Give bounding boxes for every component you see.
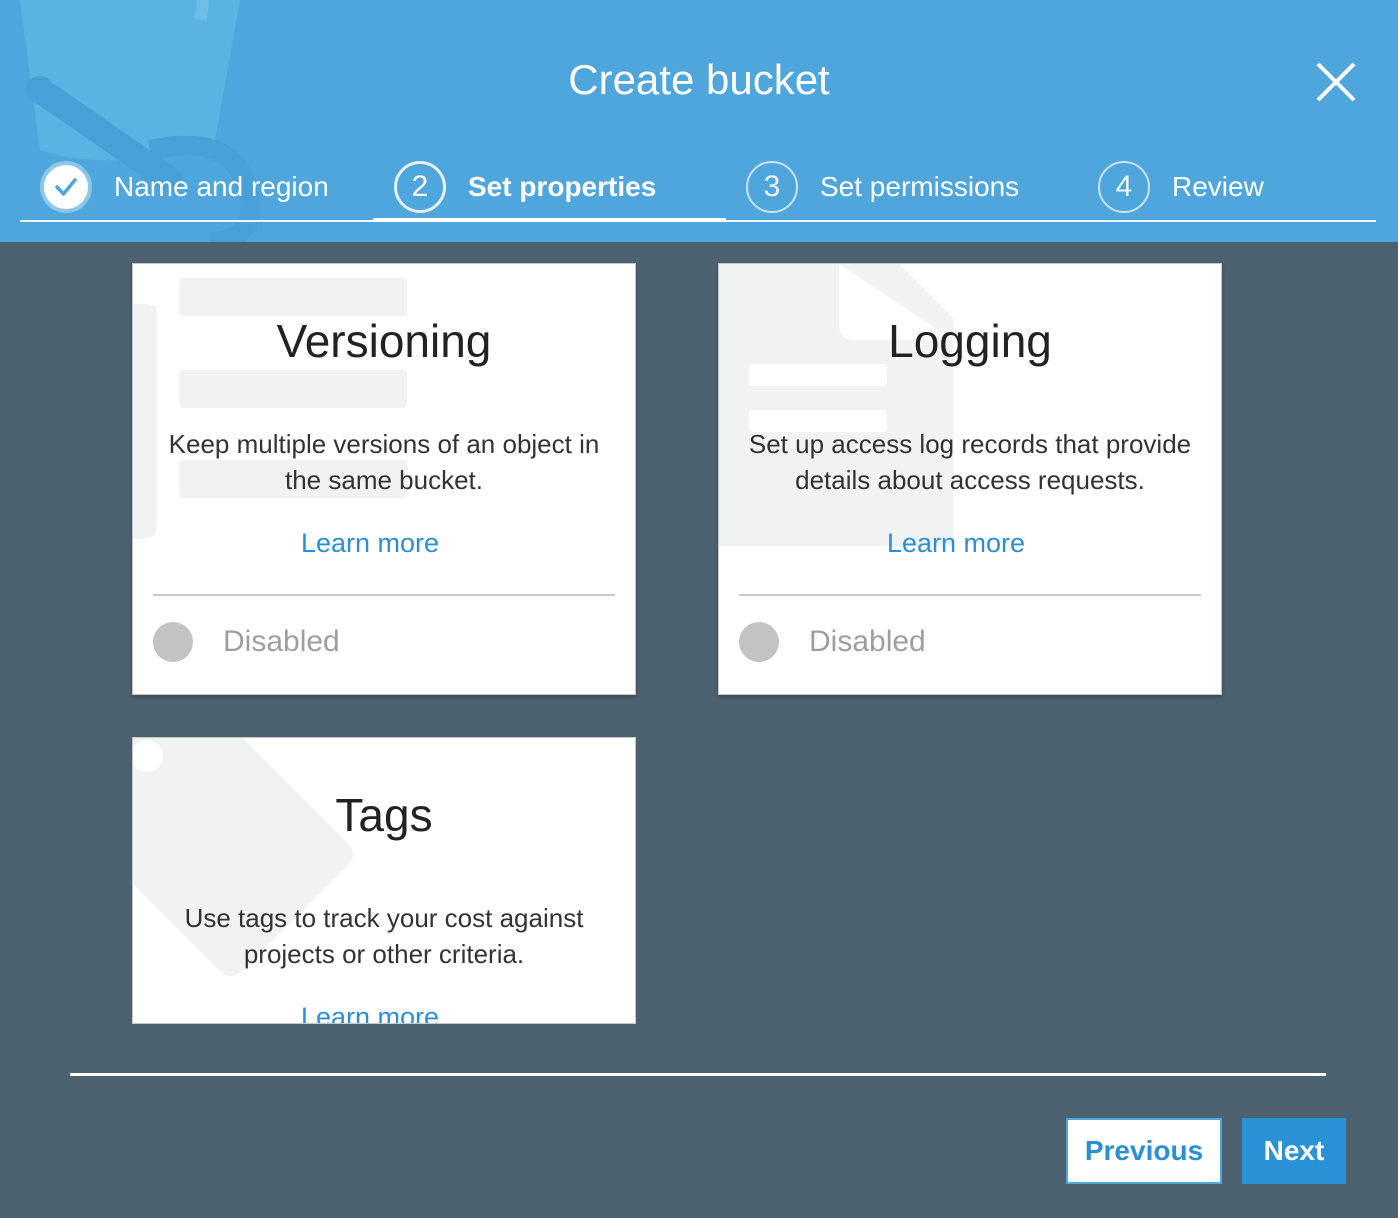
card-title: Tags — [335, 789, 433, 841]
step-label: Review — [1172, 171, 1264, 202]
card-title: Versioning — [276, 315, 492, 367]
step-review[interactable]: 4 Review — [1098, 158, 1264, 216]
step-set-permissions[interactable]: 3 Set permissions — [746, 158, 1019, 216]
card-title: Logging — [888, 315, 1052, 367]
card-description: Use tags to track your cost against proj… — [133, 900, 635, 972]
step-label: Name and region — [114, 171, 329, 202]
card-description: Keep multiple versions of an object in t… — [133, 426, 635, 498]
step-label: Set properties — [468, 171, 657, 202]
description-line: the same bucket. — [285, 465, 483, 495]
versioning-status: Disabled — [153, 622, 340, 662]
learn-more-link[interactable]: Learn more — [133, 528, 621, 559]
next-button[interactable]: Next — [1242, 1118, 1346, 1184]
card-divider — [153, 594, 615, 596]
step-number: 2 — [394, 161, 446, 213]
status-label: Disabled — [809, 625, 926, 658]
check-icon — [40, 161, 92, 213]
previous-button[interactable]: Previous — [1066, 1118, 1222, 1184]
tag-illustration-icon — [133, 738, 353, 976]
card-divider — [739, 594, 1201, 596]
step-number: 3 — [746, 161, 798, 213]
status-indicator-icon — [739, 622, 779, 662]
description-line: projects or other criteria. — [243, 939, 525, 969]
logging-status: Disabled — [739, 622, 926, 662]
active-step-indicator — [373, 218, 726, 222]
description-line: Set up access log records that provide — [748, 429, 1192, 459]
learn-more-link[interactable]: Learn more — [133, 1002, 621, 1023]
description-line: details about access requests. — [795, 465, 1145, 495]
description-line: Keep multiple versions of an object in — [168, 429, 600, 459]
description-line: Use tags to track your cost against — [184, 903, 584, 933]
learn-more-link[interactable]: Learn more — [719, 528, 1207, 559]
wizard-steps: Name and region 2 Set properties 3 Set p… — [20, 158, 1376, 222]
create-bucket-dialog: Create bucket Name and region 2 Set prop… — [0, 0, 1398, 1218]
versioning-card[interactable]: Versioning Keep multiple versions of an … — [132, 263, 636, 695]
status-indicator-icon — [153, 622, 193, 662]
card-description: Set up access log records that provide d… — [719, 426, 1221, 498]
step-name-and-region[interactable]: Name and region — [40, 158, 329, 216]
tags-card[interactable]: Tags Use tags to track your cost against… — [132, 737, 636, 1024]
step-number: 4 — [1098, 161, 1150, 213]
close-icon[interactable] — [1312, 58, 1360, 106]
step-label: Set permissions — [820, 171, 1020, 202]
dialog-header: Create bucket Name and region 2 Set prop… — [0, 0, 1398, 242]
step-set-properties[interactable]: 2 Set properties — [394, 158, 656, 216]
dialog-title: Create bucket — [568, 56, 830, 103]
status-label: Disabled — [223, 625, 340, 658]
footer-divider — [70, 1073, 1326, 1076]
logging-card[interactable]: Logging Set up access log records that p… — [718, 263, 1222, 695]
